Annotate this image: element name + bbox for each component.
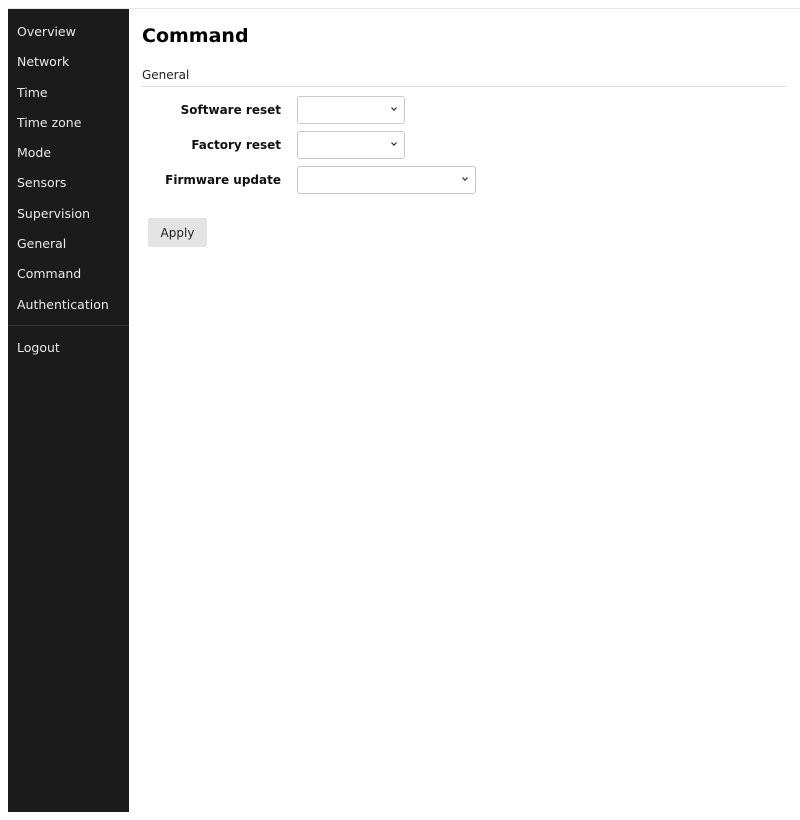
- sidebar-item-overview[interactable]: Overview: [8, 17, 129, 47]
- factory-reset-select[interactable]: [297, 131, 405, 159]
- sidebar-item-sensors[interactable]: Sensors: [8, 168, 129, 198]
- section-title: General: [142, 68, 190, 82]
- factory-reset-row: Factory reset: [129, 131, 405, 159]
- software-reset-select[interactable]: [297, 96, 405, 124]
- sidebar-divider: [8, 324, 129, 326]
- firmware-update-label: Firmware update: [165, 173, 281, 187]
- sidebar-item-supervision[interactable]: Supervision: [8, 199, 129, 229]
- sidebar-item-authentication[interactable]: Authentication: [8, 290, 129, 320]
- sidebar-item-mode[interactable]: Mode: [8, 138, 129, 168]
- software-reset-row: Software reset: [129, 96, 405, 124]
- software-reset-label: Software reset: [180, 103, 281, 117]
- factory-reset-label: Factory reset: [191, 138, 281, 152]
- main-content: Command General Software reset Factory r…: [129, 9, 800, 812]
- chevron-down-icon: [391, 107, 397, 112]
- section-divider: [142, 86, 786, 87]
- sidebar-item-logout[interactable]: Logout: [8, 333, 129, 363]
- page-title: Command: [142, 25, 249, 47]
- sidebar-item-time[interactable]: Time: [8, 78, 129, 108]
- sidebar: Overview Network Time Time zone Mode Sen…: [8, 9, 129, 812]
- sidebar-item-command[interactable]: Command: [8, 259, 129, 289]
- firmware-update-row: Firmware update: [129, 166, 476, 194]
- firmware-update-select[interactable]: [297, 166, 476, 194]
- chevron-down-icon: [391, 142, 397, 147]
- sidebar-item-time-zone[interactable]: Time zone: [8, 108, 129, 138]
- sidebar-item-network[interactable]: Network: [8, 47, 129, 77]
- apply-button[interactable]: Apply: [148, 218, 207, 247]
- app-frame: Overview Network Time Time zone Mode Sen…: [8, 8, 800, 812]
- chevron-down-icon: [462, 177, 468, 182]
- sidebar-item-general[interactable]: General: [8, 229, 129, 259]
